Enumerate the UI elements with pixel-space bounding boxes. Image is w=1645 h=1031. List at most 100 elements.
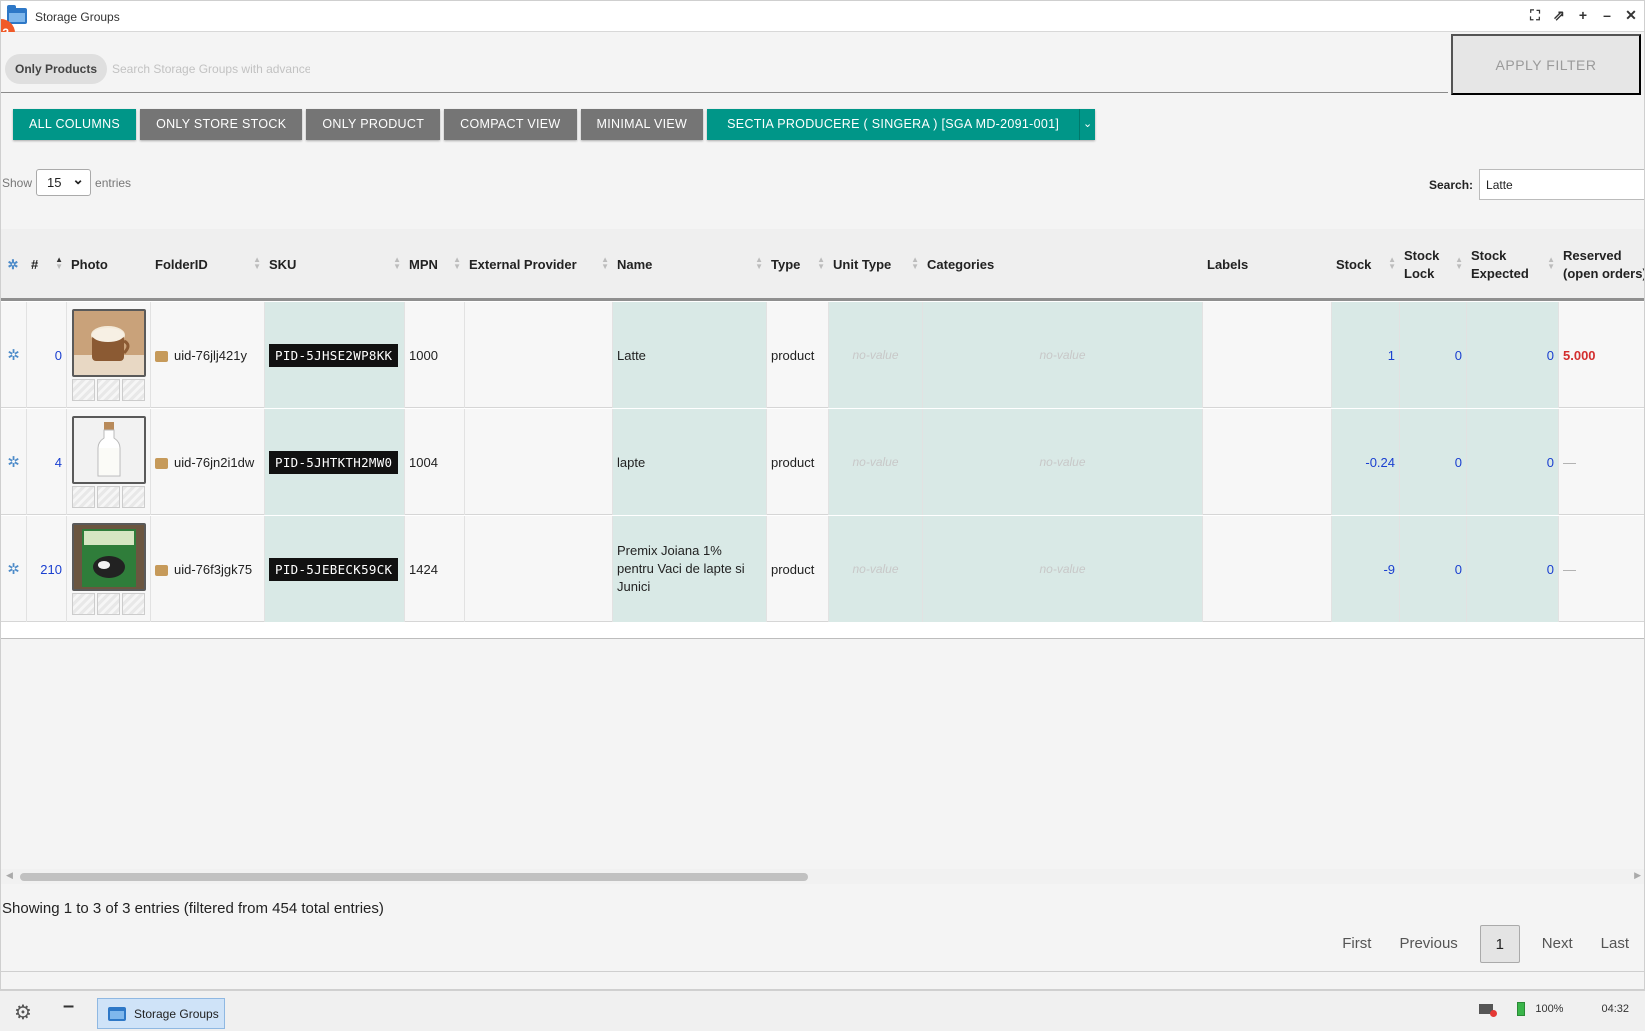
reserved-cell[interactable]: — [1559,409,1644,515]
col-num[interactable]: # ▲ ▼ [27,229,67,301]
name-cell[interactable]: Latte [613,302,767,408]
sku-cell[interactable]: PID-5JEBECK59CK [265,516,405,622]
table-row[interactable]: ✲ 0 uid-76jlj421y PID-5JHSE2WP8KK 1000 L… [1,302,1644,408]
stock-lock-cell[interactable]: 0 [1400,516,1467,622]
only-products-chip[interactable]: Only Products [5,54,108,84]
stock-cell[interactable]: -0.24 [1332,409,1400,515]
first-page-button[interactable]: First [1328,925,1385,963]
popout-icon[interactable]: ⇗ [1552,7,1566,23]
sku-badge[interactable]: PID-5JHTKTH2MW0 [269,450,399,474]
col-stock-lock[interactable]: Stock Lock ▲ ▼ [1400,229,1467,301]
table-row[interactable]: ✲ 210 uid-76f3jgk75 PID-5JEBECK59CK 1424… [1,516,1644,622]
reserved-cell[interactable]: — [1559,516,1644,622]
categories-cell[interactable]: no-value [923,409,1203,515]
empty-thumbnail[interactable] [72,379,95,401]
empty-thumbnail[interactable] [122,593,145,615]
product-photo[interactable] [71,309,146,377]
row-number[interactable]: 210 [27,516,67,622]
folder-id-cell[interactable]: uid-76f3jgk75 [151,516,265,622]
stock-lock-cell[interactable]: 0 [1400,302,1467,408]
scroll-thumb[interactable] [20,873,808,881]
only-product-button[interactable]: ONLY PRODUCT [306,109,441,140]
col-folder[interactable]: FolderID ▲ ▼ [151,229,265,301]
stock-cell[interactable]: 1 [1332,302,1400,408]
empty-thumbnail[interactable] [122,486,145,508]
stock-expected-cell[interactable]: 0 [1467,516,1559,622]
table-row[interactable]: ✲ 4 uid-76jn2i1dw PID-5JHTKTH2MW0 1004 l… [1,409,1644,515]
unit-type-cell[interactable]: no-value [829,516,923,622]
network-disconnected-icon[interactable] [1479,1004,1498,1017]
last-page-button[interactable]: Last [1587,925,1643,963]
gear-icon[interactable]: ✲ [1,516,27,622]
reserved-cell[interactable]: 5.000 [1559,302,1644,408]
stock-lock-cell[interactable]: 0 [1400,409,1467,515]
photo-cell[interactable] [67,409,151,515]
battery-icon[interactable] [1517,1002,1526,1016]
col-mpn[interactable]: MPN ▲ ▼ [405,229,465,301]
previous-page-button[interactable]: Previous [1385,925,1471,963]
empty-thumbnail[interactable] [72,593,95,615]
unit-type-cell[interactable]: no-value [829,302,923,408]
stock-cell[interactable]: -9 [1332,516,1400,622]
row-number[interactable]: 4 [27,409,67,515]
gear-icon[interactable]: ✲ [1,409,27,515]
sku-cell[interactable]: PID-5JHSE2WP8KK [265,302,405,408]
labels-cell[interactable] [1203,302,1332,408]
minimize-all-icon[interactable]: – [63,995,74,1018]
apply-filter-button[interactable]: APPLY FILTER [1451,34,1641,95]
empty-thumbnail[interactable] [122,379,145,401]
stock-expected-cell[interactable]: 0 [1467,302,1559,408]
empty-thumbnail[interactable] [97,486,120,508]
horizontal-scrollbar[interactable]: ◀ ▶ [1,869,1644,884]
only-store-stock-button[interactable]: ONLY STORE STOCK [140,109,303,140]
scroll-right-icon[interactable]: ▶ [1634,870,1641,881]
sku-cell[interactable]: PID-5JHTKTH2MW0 [265,409,405,515]
fullscreen-icon[interactable]: ⛶ [1528,7,1542,23]
close-icon[interactable]: ✕ [1624,7,1638,23]
location-label[interactable]: SECTIA PRODUCERE ( SINGERA ) [SGA MD-209… [707,109,1079,140]
name-cell[interactable]: Premix Joiana 1% pentru Vaci de lapte si… [613,516,767,622]
stock-expected-cell[interactable]: 0 [1467,409,1559,515]
compact-view-button[interactable]: COMPACT VIEW [444,109,577,140]
product-photo[interactable] [71,416,146,484]
categories-cell[interactable]: no-value [923,516,1203,622]
unit-type-cell[interactable]: no-value [829,409,923,515]
scroll-left-icon[interactable]: ◀ [6,870,13,881]
page-1-button[interactable]: 1 [1479,925,1520,963]
location-dropdown[interactable]: SECTIA PRODUCERE ( SINGERA ) [SGA MD-209… [707,109,1096,140]
folder-id-cell[interactable]: uid-76jlj421y [151,302,265,408]
all-columns-button[interactable]: ALL COLUMNS [13,109,137,140]
minimize-icon[interactable]: – [1600,7,1614,23]
col-external-provider[interactable]: External Provider ▲ ▼ [465,229,613,301]
minimal-view-button[interactable]: MINIMAL VIEW [580,109,704,140]
clock[interactable]: 04:32 [1601,1003,1629,1015]
taskbar-item-storage-groups[interactable]: Storage Groups [97,998,225,1029]
col-reserved[interactable]: Reserved (open orders) [1559,229,1644,301]
maximize-icon[interactable]: + [1576,7,1590,23]
col-name[interactable]: Name ▲ ▼ [613,229,767,301]
empty-thumbnail[interactable] [72,486,95,508]
chevron-down-icon[interactable]: ⌄ [1079,109,1095,140]
col-stock[interactable]: Stock ▲ ▼ [1332,229,1400,301]
name-cell[interactable]: lapte [613,409,767,515]
next-page-button[interactable]: Next [1528,925,1587,963]
advanced-search-input[interactable] [112,54,310,84]
sku-badge[interactable]: PID-5JHSE2WP8KK [269,343,399,367]
search-input[interactable] [1479,169,1644,200]
empty-thumbnail[interactable] [97,593,120,615]
categories-cell[interactable]: no-value [923,302,1203,408]
col-unit-type[interactable]: Unit Type ▲ ▼ [829,229,923,301]
product-photo[interactable] [71,523,146,591]
labels-cell[interactable] [1203,409,1332,515]
folder-id-cell[interactable]: uid-76jn2i1dw [151,409,265,515]
entries-select[interactable]: 15 [36,167,92,196]
row-number[interactable]: 0 [27,302,67,408]
photo-cell[interactable] [67,516,151,622]
col-type[interactable]: Type ▲ ▼ [767,229,829,301]
gear-icon[interactable]: ✲ [1,302,27,408]
col-stock-expected[interactable]: Stock Expected ▲ ▼ [1467,229,1559,301]
col-sku[interactable]: SKU ▲ ▼ [265,229,405,301]
settings-gear-icon[interactable]: ⚙ [14,1000,32,1025]
empty-thumbnail[interactable] [97,379,120,401]
labels-cell[interactable] [1203,516,1332,622]
